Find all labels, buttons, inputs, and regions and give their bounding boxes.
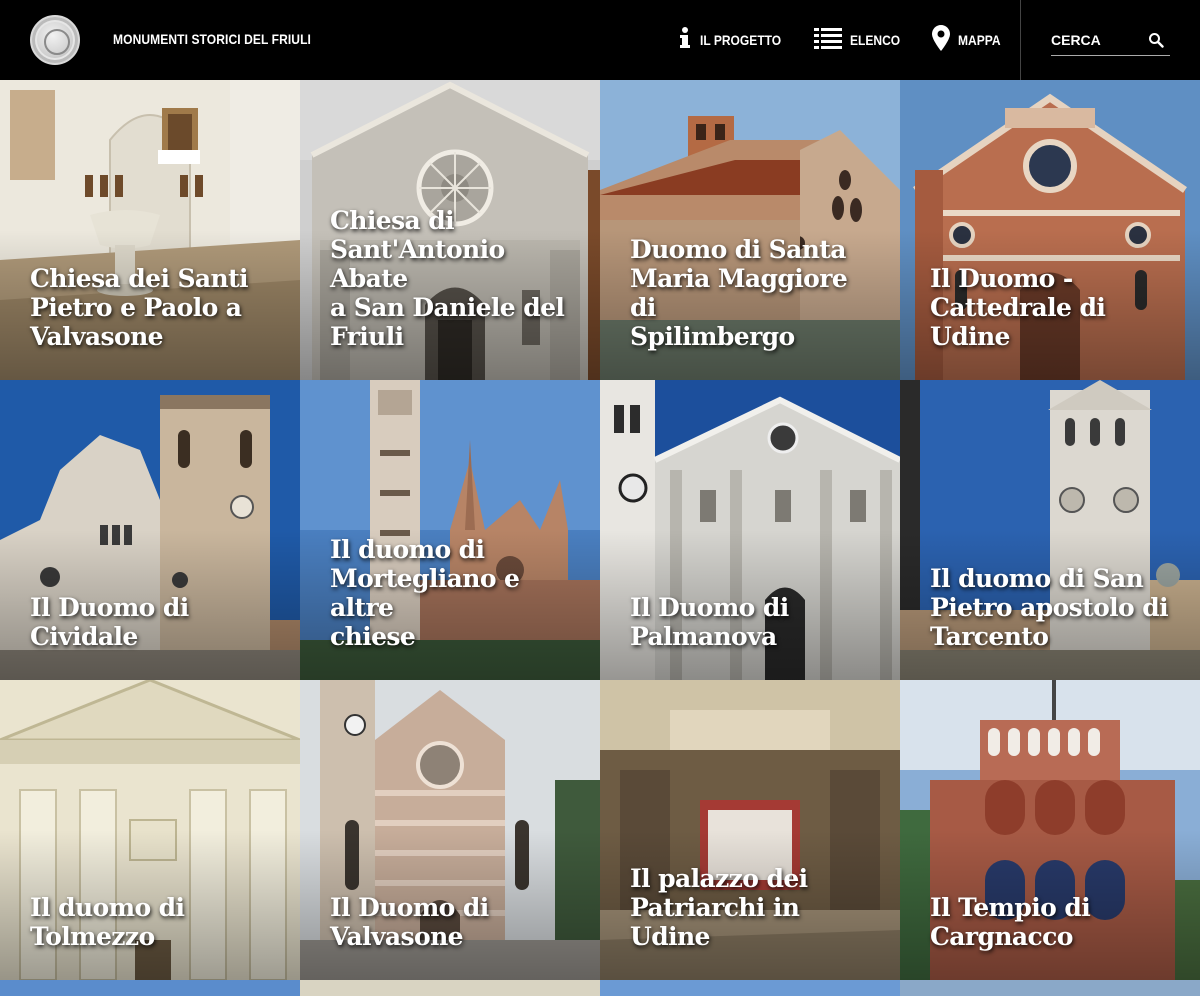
search-input[interactable] xyxy=(1051,27,1143,53)
info-icon xyxy=(678,26,692,54)
monument-card[interactable]: Duomo di Santa Maria Maggiore di Spilimb… xyxy=(600,80,900,380)
nav-label: IL PROGETTO xyxy=(700,32,782,48)
monument-title: Il palazzo dei Patriarchi in Udine xyxy=(630,864,808,951)
monument-title: Duomo di Santa Maria Maggiore di Spilimb… xyxy=(630,235,848,351)
monument-title: Il Duomo di Valvasone xyxy=(330,893,489,951)
nav-il-progetto[interactable]: IL PROGETTO xyxy=(678,0,794,80)
list-icon xyxy=(814,27,842,54)
site-title[interactable]: MONUMENTI STORICI DEL FRIULI xyxy=(113,31,311,47)
monument-title: Il Duomo di Palmanova xyxy=(630,593,789,651)
monument-card-partial[interactable] xyxy=(900,980,1200,996)
monument-card-partial[interactable] xyxy=(300,980,600,996)
header-divider xyxy=(1020,0,1021,80)
nav-elenco[interactable]: ELENCO xyxy=(814,0,908,80)
monument-card[interactable]: Il Duomo - Cattedrale di Udine xyxy=(900,80,1200,380)
monument-card[interactable]: Il palazzo dei Patriarchi in Udine xyxy=(600,680,900,980)
monument-grid: Chiesa dei Santi Pietro e Paolo a Valvas… xyxy=(0,80,1200,980)
monument-title: Il Duomo di Cividale xyxy=(30,593,189,651)
site-header: MONUMENTI STORICI DEL FRIULI IL PROGETTO… xyxy=(0,0,1200,80)
monument-card-partial[interactable] xyxy=(600,980,900,996)
monument-card[interactable]: Il duomo di San Pietro apostolo di Tarce… xyxy=(900,380,1200,680)
monument-card[interactable]: Chiesa dei Santi Pietro e Paolo a Valvas… xyxy=(0,80,300,380)
map-pin-icon xyxy=(932,24,950,56)
monument-card[interactable]: Il Tempio di Cargnacco xyxy=(900,680,1200,980)
monument-title: Il duomo di San Pietro apostolo di Tarce… xyxy=(930,564,1169,651)
monument-card[interactable]: Il duomo di Tolmezzo xyxy=(0,680,300,980)
monument-card[interactable]: Il Duomo di Cividale xyxy=(0,380,300,680)
nav-label: MAPPA xyxy=(958,32,1001,48)
monument-title: Il Tempio di Cargnacco xyxy=(930,893,1091,951)
monument-title: Il duomo di Mortegliano e altre chiese xyxy=(330,535,520,651)
monument-title: Chiesa di Sant'Antonio Abate a San Danie… xyxy=(330,206,565,351)
search-box xyxy=(1051,27,1170,56)
monument-card-partial[interactable] xyxy=(0,980,300,996)
monument-title: Il duomo di Tolmezzo xyxy=(30,893,185,951)
monument-card[interactable]: Il Duomo di Valvasone xyxy=(300,680,600,980)
monument-title: Chiesa dei Santi Pietro e Paolo a Valvas… xyxy=(30,264,249,351)
monument-card[interactable]: Chiesa di Sant'Antonio Abate a San Danie… xyxy=(300,80,600,380)
next-row-partial xyxy=(0,980,1200,996)
nav-label: ELENCO xyxy=(850,32,901,48)
site-logo[interactable] xyxy=(30,15,80,65)
monument-card[interactable]: Il duomo di Mortegliano e altre chiese xyxy=(300,380,600,680)
monument-title: Il Duomo - Cattedrale di Udine xyxy=(930,264,1106,351)
monument-card[interactable]: Il Duomo di Palmanova xyxy=(600,380,900,680)
nav-mappa[interactable]: MAPPA xyxy=(932,0,1008,80)
search-icon[interactable] xyxy=(1148,32,1164,48)
